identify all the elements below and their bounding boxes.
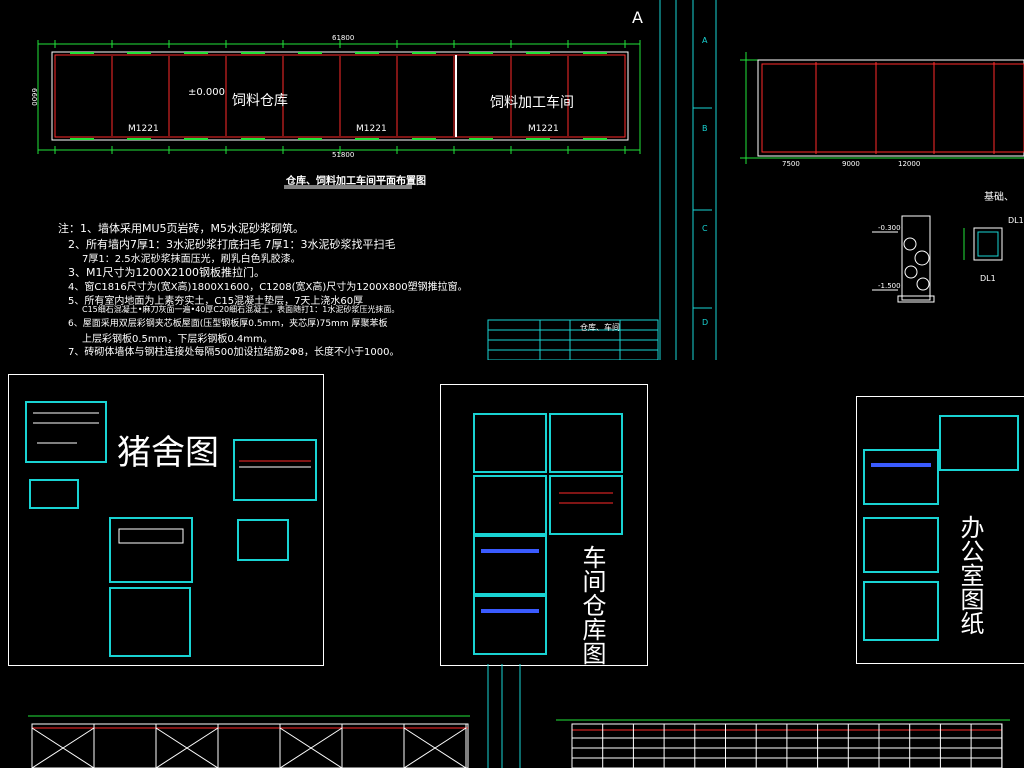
thumb-ws-1[interactable] [473,413,547,473]
elev-label-2: -1.500 [878,282,901,290]
panel-title-office: 办公室图纸 [956,515,984,635]
thumb-office-4[interactable] [863,581,939,641]
grid-mark-a: A [702,36,708,45]
bottom-bays-right [571,724,1003,768]
thumb-pig-6[interactable] [109,587,191,657]
grid-mark-d: D [702,318,709,327]
dl-label-1: DL1 [1008,216,1024,225]
thumb-pig-5[interactable] [109,517,193,583]
elevation-label: ±0.000 [188,87,226,98]
panel-title-pig: 猪舍图 [117,433,219,473]
panel-pig-house[interactable]: 猪舍图 [8,374,324,666]
room-warehouse: 饲料仓库 [232,93,288,109]
panel-office[interactable]: 办公室图纸 [856,396,1024,664]
bottom-bays [31,724,467,768]
thumb-pig-1[interactable] [25,401,107,463]
thumb-pig-3[interactable] [233,439,317,501]
note-line-8: 6、屋面采用双层彩钢夹芯板屋面(压型钢板厚0.5mm，夹芯厚)75mm 厚聚苯板 [68,319,388,329]
plan-drawing: A 61800 51800 6600 ±0.000 饲料仓库 饲料加工车间 M1… [0,0,712,360]
thumb-ws-6[interactable] [473,595,547,655]
thumb-ws-2[interactable] [549,413,623,473]
dl-label-2: DL1 [980,274,996,283]
thumb-ws-4[interactable] [549,475,623,535]
thumb-ws-3[interactable] [473,475,547,535]
grid-mark-c: C [702,224,708,233]
thumb-pig-4[interactable] [237,519,289,561]
dim-label-2: 9000 [842,160,860,168]
note-line-3: 7厚1：2.5水泥砂浆抹面压光，刷乳白色乳胶漆。 [82,254,301,265]
panel-title-workshop: 车间仓库图 [578,545,606,665]
panel-workshop[interactable]: 车间仓库图 [440,384,648,666]
bottom-svg [28,664,1010,768]
elev-label-1: -0.300 [878,224,901,232]
thumb-office-2[interactable] [863,449,939,505]
thumb-office-1[interactable] [939,415,1019,471]
door-label-1: M1221 [128,124,159,134]
foundation-drawing: 基础、 DL1 DL1 -0.300 -1.500 7500 9000 1200… [712,0,1024,360]
door-label-3: M1221 [528,124,559,134]
note-line-5: 4、窗C1816尺寸为(宽X高)1800X1600，C1208(宽X高)尺寸为1… [68,282,468,293]
foundation-label: 基础、 [984,192,1014,203]
thumb-office-3[interactable] [863,517,939,573]
overall-dim-bottom: 51800 [332,151,355,159]
dim-label-3: 12000 [898,160,921,168]
title-block-name: 仓库、车间 [580,323,620,332]
thumb-pig-2[interactable] [29,479,79,509]
foundation-svg [715,0,1024,360]
overall-dim-top: 61800 [332,34,355,42]
side-dim: 6600 [30,88,38,106]
thumb-ws-5[interactable] [473,535,547,595]
room-workshop: 饲料加工车间 [490,95,574,111]
note-line-1: 注：1、墙体采用MU5页岩砖，M5水泥砂浆砌筑。 [58,222,305,235]
grid-mark-b: B [702,124,708,133]
section-mark: A [632,8,643,27]
dim-label-1: 7500 [782,160,800,168]
bottom-drawings [0,664,1024,768]
note-line-10: 7、砖砌体墙体与钢柱连接处每隔500加设拉结筋2Φ8，长度不小于1000。 [68,347,400,358]
drawing-title: 仓库、饲料加工车间平面布置图 [286,176,426,187]
door-label-2: M1221 [356,124,387,134]
note-line-7: C15细石混凝土•麻刀灰面一遍•40厚C20细石混凝土，表面随打1：1水泥砂浆压… [82,305,400,314]
